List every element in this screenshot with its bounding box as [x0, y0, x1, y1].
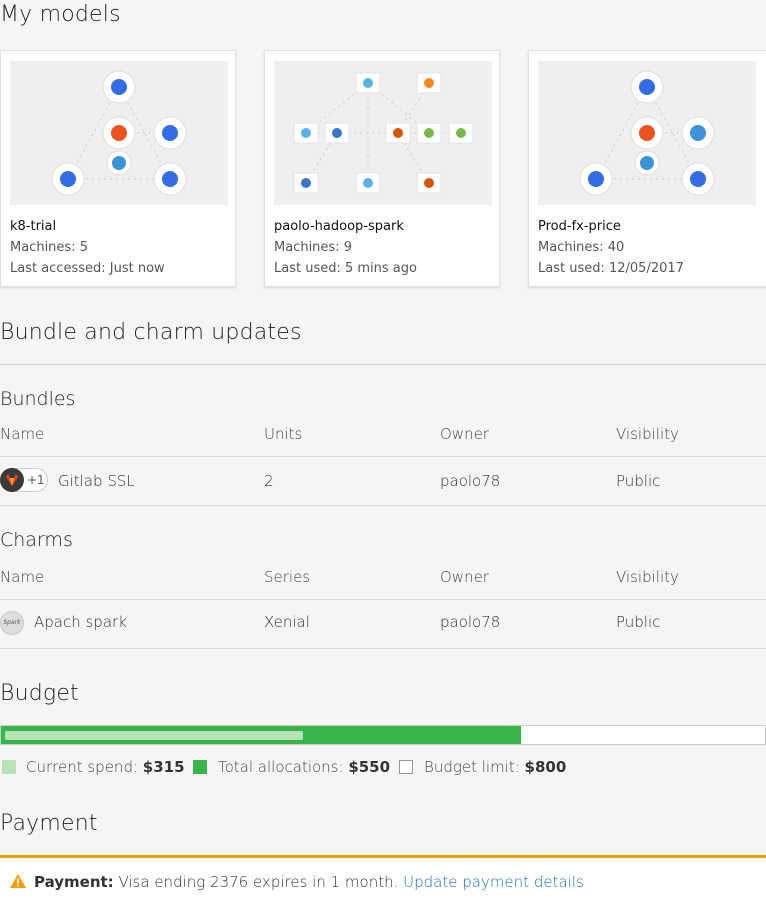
model-machines: Machines: 9	[274, 240, 352, 255]
column-header-units: Units	[264, 425, 303, 443]
column-header-name: Name	[0, 568, 45, 586]
charm-series: Xenial	[264, 613, 310, 631]
bundle-name[interactable]: Gitlab SSL	[58, 472, 135, 490]
bundle-owner: paolo78	[440, 472, 501, 490]
model-diagram-thumbnail	[538, 61, 756, 205]
current-spend-fill	[5, 731, 303, 740]
model-last-accessed: Last accessed: Just now	[10, 261, 165, 276]
budget-limit-swatch	[399, 760, 413, 774]
model-machines: Machines: 5	[10, 240, 88, 255]
bundles-heading: Bundles	[0, 388, 76, 410]
charm-name[interactable]: Apach spark	[34, 613, 127, 631]
updates-heading: Bundle and charm updates	[0, 320, 302, 345]
charm-visibility: Public	[616, 613, 661, 631]
budget-bar	[0, 725, 766, 745]
model-card-k8-trial[interactable]: k8-trial Machines: 5 Last accessed: Just…	[0, 50, 236, 287]
model-card-paolo-hadoop-spark[interactable]: paolo-hadoop-spark Machines: 9 Last used…	[264, 50, 500, 287]
payment-alert: Payment: Visa ending 2376 expires in 1 m…	[0, 855, 766, 902]
model-name[interactable]: paolo-hadoop-spark	[274, 219, 404, 234]
model-diagram-thumbnail	[10, 61, 228, 205]
table-row-divider	[0, 648, 766, 649]
table-header-divider	[0, 456, 766, 457]
model-name[interactable]: k8-trial	[10, 219, 56, 234]
column-header-visibility: Visibility	[616, 568, 679, 586]
update-payment-link[interactable]: Update payment details	[403, 873, 584, 891]
model-card-prod-fx-price[interactable]: Prod-fx-price Machines: 40 Last used: 12…	[528, 50, 766, 287]
charm-owner: paolo78	[440, 613, 501, 631]
models-heading: My models	[0, 2, 121, 27]
model-name[interactable]: Prod-fx-price	[538, 219, 621, 234]
warning-icon	[10, 874, 26, 888]
payment-heading: Payment	[0, 811, 98, 836]
column-header-name: Name	[0, 425, 45, 443]
current-spend-legend: Current spend: $315	[26, 758, 185, 776]
bundle-units: 2	[264, 472, 274, 490]
bundle-visibility: Public	[616, 472, 661, 490]
column-header-owner: Owner	[440, 568, 489, 586]
spark-icon: Spark	[0, 611, 24, 635]
gitlab-icon	[0, 468, 24, 492]
payment-alert-label: Payment:	[34, 873, 114, 891]
model-last-used: Last used: 5 mins ago	[274, 261, 417, 276]
model-machines: Machines: 40	[538, 240, 625, 255]
extra-count-badge: +1	[27, 473, 45, 487]
column-header-series: Series	[264, 568, 311, 586]
table-header-divider	[0, 599, 766, 600]
payment-alert-message: Payment: Visa ending 2376 expires in 1 m…	[34, 873, 584, 891]
charms-heading: Charms	[0, 529, 73, 551]
budget-limit-legend: Budget limit: $800	[424, 758, 567, 776]
budget-heading: Budget	[0, 681, 79, 706]
column-header-owner: Owner	[440, 425, 489, 443]
column-header-visibility: Visibility	[616, 425, 679, 443]
payment-alert-text: Visa ending 2376 expires in 1 month.	[113, 873, 404, 891]
current-spend-swatch	[2, 760, 16, 774]
model-last-used: Last used: 12/05/2017	[538, 261, 684, 276]
table-row-divider	[0, 505, 766, 506]
section-divider	[0, 364, 766, 365]
allocations-swatch	[193, 760, 207, 774]
allocations-legend: Total allocations: $550	[218, 758, 391, 776]
model-diagram-thumbnail	[274, 61, 492, 205]
